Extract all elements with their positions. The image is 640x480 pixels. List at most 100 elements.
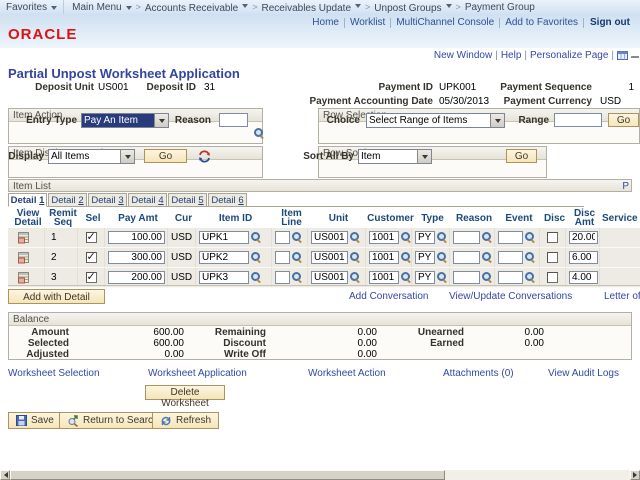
tab-detail-3[interactable]: Detail 3 xyxy=(88,193,127,207)
lookup-icon[interactable] xyxy=(350,252,361,263)
select-checkbox[interactable] xyxy=(86,272,97,283)
view-detail-icon[interactable] xyxy=(17,271,30,284)
dropdown-arrow-icon[interactable] xyxy=(154,114,168,127)
worklist-link[interactable]: Worklist xyxy=(350,17,385,28)
lookup-icon[interactable] xyxy=(525,272,536,283)
delete-worksheet-button[interactable]: Delete Worksheet xyxy=(145,385,225,400)
return-to-search-button[interactable]: Return to Search xyxy=(59,412,167,429)
item-id-input[interactable] xyxy=(199,231,249,244)
lookup-icon[interactable] xyxy=(350,232,361,243)
favorites-menu[interactable]: Favorites xyxy=(0,0,63,14)
item-line-input[interactable] xyxy=(275,271,290,284)
tab-detail-6[interactable]: Detail 6 xyxy=(208,193,247,207)
select-checkbox[interactable] xyxy=(86,252,97,263)
worksheet-action-link[interactable]: Worksheet Action xyxy=(308,368,386,379)
customer-input[interactable] xyxy=(369,231,399,244)
type-input[interactable] xyxy=(415,231,435,244)
tab-detail-5[interactable]: Detail 5 xyxy=(168,193,207,207)
tab-detail-4[interactable]: Detail 4 xyxy=(128,193,167,207)
help-link[interactable]: Help xyxy=(501,50,522,61)
view-detail-icon[interactable] xyxy=(17,231,30,244)
unit-input[interactable] xyxy=(311,271,348,284)
range-input[interactable] xyxy=(554,113,602,127)
lookup-icon[interactable] xyxy=(401,272,412,283)
customer-input[interactable] xyxy=(369,271,399,284)
view-audit-logs-link[interactable]: View Audit Logs xyxy=(548,368,619,379)
disc-checkbox[interactable] xyxy=(547,232,558,243)
personalize-link-partial[interactable]: P xyxy=(622,181,629,192)
lookup-icon[interactable] xyxy=(525,232,536,243)
event-input[interactable] xyxy=(498,251,523,264)
disc-checkbox[interactable] xyxy=(547,272,558,283)
worksheet-selection-link[interactable]: Worksheet Selection xyxy=(8,368,100,379)
tab-detail-1[interactable]: Detail 1 xyxy=(8,193,47,207)
unit-input[interactable] xyxy=(311,231,348,244)
disc-amt-input[interactable] xyxy=(569,231,598,244)
reason-input[interactable] xyxy=(453,271,480,284)
lookup-icon[interactable] xyxy=(292,232,303,243)
disc-amt-input[interactable] xyxy=(569,271,598,284)
save-button[interactable]: Save xyxy=(8,412,62,429)
letter-of-credit-link-clipped[interactable]: Letter of C xyxy=(604,291,640,302)
home-link[interactable]: Home xyxy=(312,17,339,28)
breadcrumb-item-unpost-groups[interactable]: Unpost Groups xyxy=(374,0,451,14)
breadcrumb-item-receivables-update[interactable]: Receivables Update xyxy=(262,0,362,14)
event-input[interactable] xyxy=(498,231,523,244)
display-go-button[interactable]: Go xyxy=(144,149,187,163)
pay-amt-input[interactable] xyxy=(108,271,165,284)
multichannel-console-link[interactable]: MultiChannel Console xyxy=(396,17,494,28)
sort-all-by-dropdown[interactable]: Item xyxy=(358,149,432,164)
item-id-input[interactable] xyxy=(199,271,249,284)
breadcrumb-item-main-menu[interactable]: Main Menu xyxy=(66,0,131,14)
event-input[interactable] xyxy=(498,271,523,284)
disc-amt-input[interactable] xyxy=(569,251,598,264)
lookup-icon[interactable] xyxy=(437,252,448,263)
customer-input[interactable] xyxy=(369,251,399,264)
breadcrumb-item-accounts-receivable[interactable]: Accounts Receivable xyxy=(145,0,248,14)
refresh-transfer-icon[interactable] xyxy=(198,149,211,164)
add-to-favorites-link[interactable]: Add to Favorites xyxy=(505,17,578,28)
lookup-icon[interactable] xyxy=(437,232,448,243)
reason-input[interactable] xyxy=(219,113,248,127)
unit-input[interactable] xyxy=(311,251,348,264)
lookup-icon[interactable] xyxy=(525,252,536,263)
tab-detail-2[interactable]: Detail 2 xyxy=(48,193,87,207)
lookup-icon[interactable] xyxy=(482,232,493,243)
lookup-icon[interactable] xyxy=(292,272,303,283)
select-checkbox[interactable] xyxy=(86,232,97,243)
refresh-button[interactable]: Refresh xyxy=(152,412,219,429)
lookup-icon[interactable] xyxy=(292,252,303,263)
attachments-link[interactable]: Attachments (0) xyxy=(443,368,514,379)
new-window-link[interactable]: New Window xyxy=(434,50,492,61)
reason-lookup-icon[interactable] xyxy=(254,128,265,139)
choice-dropdown[interactable]: Select Range of Items xyxy=(366,113,505,128)
item-line-input[interactable] xyxy=(275,251,290,264)
disc-checkbox[interactable] xyxy=(547,252,558,263)
display-dropdown[interactable]: All Items xyxy=(48,149,135,164)
new-window-grid-icon[interactable] xyxy=(617,51,628,60)
dropdown-arrow-icon[interactable] xyxy=(490,114,504,127)
lookup-icon[interactable] xyxy=(437,272,448,283)
dropdown-arrow-icon[interactable] xyxy=(417,150,431,163)
type-input[interactable] xyxy=(415,271,435,284)
lookup-icon[interactable] xyxy=(251,272,262,283)
lookup-icon[interactable] xyxy=(482,272,493,283)
reason-input[interactable] xyxy=(453,231,480,244)
view-detail-icon[interactable] xyxy=(17,251,30,264)
horizontal-scrollbar[interactable] xyxy=(0,470,640,480)
scroll-left-button[interactable] xyxy=(0,470,10,480)
lookup-icon[interactable] xyxy=(251,232,262,243)
reason-input[interactable] xyxy=(453,251,480,264)
add-conversation-link[interactable]: Add Conversation xyxy=(349,291,429,302)
item-line-input[interactable] xyxy=(275,231,290,244)
scrollbar-thumb[interactable] xyxy=(10,470,445,480)
view-update-conversations-link[interactable]: View/Update Conversations xyxy=(449,291,572,302)
worksheet-application-link[interactable]: Worksheet Application xyxy=(148,368,247,379)
dropdown-arrow-icon[interactable] xyxy=(120,150,134,163)
type-input[interactable] xyxy=(415,251,435,264)
add-with-detail-button[interactable]: Add with Detail xyxy=(8,289,105,304)
lookup-icon[interactable] xyxy=(482,252,493,263)
lookup-icon[interactable] xyxy=(401,232,412,243)
entry-type-dropdown[interactable]: Pay An Item xyxy=(81,113,169,128)
pay-amt-input[interactable] xyxy=(108,251,165,264)
